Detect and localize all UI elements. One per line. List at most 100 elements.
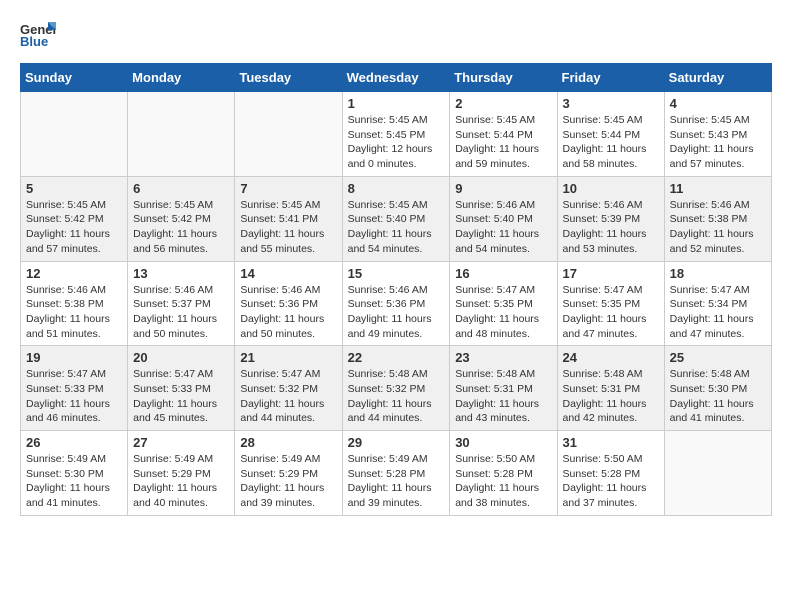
page-header: General Blue — [20, 20, 772, 53]
calendar-cell — [128, 92, 235, 177]
svg-text:Blue: Blue — [20, 34, 48, 48]
day-number: 11 — [670, 181, 766, 196]
calendar-cell — [664, 431, 771, 516]
day-number: 24 — [563, 350, 659, 365]
logo-icon: General Blue — [20, 20, 56, 53]
day-info: Sunrise: 5:46 AM Sunset: 5:36 PM Dayligh… — [240, 283, 336, 342]
calendar-cell: 27 Sunrise: 5:49 AM Sunset: 5:29 PM Dayli… — [128, 431, 235, 516]
calendar-cell: 4 Sunrise: 5:45 AM Sunset: 5:43 PM Daylig… — [664, 92, 771, 177]
day-info: Sunrise: 5:50 AM Sunset: 5:28 PM Dayligh… — [563, 452, 659, 511]
calendar-week-row: 12Sunrise: 5:46 AM Sunset: 5:38 PM Dayli… — [21, 261, 772, 346]
calendar-cell: 24 Sunrise: 5:48 AM Sunset: 5:31 PM Dayli… — [557, 346, 664, 431]
calendar-cell: 5 Sunrise: 5:45 AM Sunset: 5:42 PM Daylig… — [21, 176, 128, 261]
calendar-week-row: 5 Sunrise: 5:45 AM Sunset: 5:42 PM Daylig… — [21, 176, 772, 261]
day-info: Sunrise: 5:47 AM Sunset: 5:32 PM Dayligh… — [240, 367, 336, 426]
day-number: 28 — [240, 435, 336, 450]
day-number: 10 — [563, 181, 659, 196]
day-info: Sunrise: 5:47 AM Sunset: 5:35 PM Dayligh… — [563, 283, 659, 342]
calendar-cell: 9 Sunrise: 5:46 AM Sunset: 5:40 PM Daylig… — [450, 176, 557, 261]
calendar-cell: 2Sunrise: 5:45 AM Sunset: 5:44 PM Daylig… — [450, 92, 557, 177]
day-info: Sunrise: 5:47 AM Sunset: 5:35 PM Dayligh… — [455, 283, 551, 342]
calendar-cell: 13 Sunrise: 5:46 AM Sunset: 5:37 PM Dayli… — [128, 261, 235, 346]
day-number: 31 — [563, 435, 659, 450]
calendar-cell: 26 Sunrise: 5:49 AM Sunset: 5:30 PM Dayli… — [21, 431, 128, 516]
calendar-header-tuesday: Tuesday — [235, 64, 342, 92]
day-info: Sunrise: 5:48 AM Sunset: 5:31 PM Dayligh… — [563, 367, 659, 426]
day-number: 14 — [240, 266, 336, 281]
day-number: 3 — [563, 96, 659, 111]
day-number: 20 — [133, 350, 229, 365]
calendar-cell: 17 Sunrise: 5:47 AM Sunset: 5:35 PM Dayli… — [557, 261, 664, 346]
day-number: 8 — [348, 181, 445, 196]
calendar-table: SundayMondayTuesdayWednesdayThursdayFrid… — [20, 63, 772, 516]
day-number: 23 — [455, 350, 551, 365]
calendar-cell: 28 Sunrise: 5:49 AM Sunset: 5:29 PM Dayli… — [235, 431, 342, 516]
day-info: Sunrise: 5:46 AM Sunset: 5:36 PM Dayligh… — [348, 283, 445, 342]
calendar-cell: 11 Sunrise: 5:46 AM Sunset: 5:38 PM Dayli… — [664, 176, 771, 261]
calendar-cell: 18 Sunrise: 5:47 AM Sunset: 5:34 PM Dayli… — [664, 261, 771, 346]
logo: General Blue — [20, 20, 56, 53]
calendar-cell: 20 Sunrise: 5:47 AM Sunset: 5:33 PM Dayli… — [128, 346, 235, 431]
day-info: Sunrise: 5:49 AM Sunset: 5:30 PM Dayligh… — [26, 452, 122, 511]
calendar-cell: 15 Sunrise: 5:46 AM Sunset: 5:36 PM Dayli… — [342, 261, 450, 346]
day-info: Sunrise: 5:46 AM Sunset: 5:38 PM Dayligh… — [670, 198, 766, 257]
calendar-cell: 16 Sunrise: 5:47 AM Sunset: 5:35 PM Dayli… — [450, 261, 557, 346]
day-info: Sunrise: 5:45 AM Sunset: 5:45 PM Dayligh… — [348, 113, 445, 172]
calendar-cell: 31 Sunrise: 5:50 AM Sunset: 5:28 PM Dayli… — [557, 431, 664, 516]
day-info: Sunrise: 5:46 AM Sunset: 5:40 PM Dayligh… — [455, 198, 551, 257]
day-number: 4 — [670, 96, 766, 111]
calendar-cell: 19 Sunrise: 5:47 AM Sunset: 5:33 PM Dayli… — [21, 346, 128, 431]
day-info: Sunrise: 5:46 AM Sunset: 5:37 PM Dayligh… — [133, 283, 229, 342]
calendar-cell: 29 Sunrise: 5:49 AM Sunset: 5:28 PM Dayli… — [342, 431, 450, 516]
calendar-header-row: SundayMondayTuesdayWednesdayThursdayFrid… — [21, 64, 772, 92]
calendar-cell: 25 Sunrise: 5:48 AM Sunset: 5:30 PM Dayli… — [664, 346, 771, 431]
calendar-header-monday: Monday — [128, 64, 235, 92]
day-info: Sunrise: 5:45 AM Sunset: 5:43 PM Dayligh… — [670, 113, 766, 172]
day-number: 21 — [240, 350, 336, 365]
calendar-cell: 30 Sunrise: 5:50 AM Sunset: 5:28 PM Dayli… — [450, 431, 557, 516]
day-info: Sunrise: 5:47 AM Sunset: 5:33 PM Dayligh… — [26, 367, 122, 426]
day-info: Sunrise: 5:46 AM Sunset: 5:39 PM Dayligh… — [563, 198, 659, 257]
day-number: 7 — [240, 181, 336, 196]
day-info: Sunrise: 5:45 AM Sunset: 5:41 PM Dayligh… — [240, 198, 336, 257]
calendar-cell: 23Sunrise: 5:48 AM Sunset: 5:31 PM Dayli… — [450, 346, 557, 431]
day-info: Sunrise: 5:49 AM Sunset: 5:28 PM Dayligh… — [348, 452, 445, 511]
day-number: 29 — [348, 435, 445, 450]
day-number: 30 — [455, 435, 551, 450]
day-number: 18 — [670, 266, 766, 281]
day-number: 27 — [133, 435, 229, 450]
calendar-cell: 3Sunrise: 5:45 AM Sunset: 5:44 PM Daylig… — [557, 92, 664, 177]
day-number: 19 — [26, 350, 122, 365]
calendar-cell: 7 Sunrise: 5:45 AM Sunset: 5:41 PM Daylig… — [235, 176, 342, 261]
day-info: Sunrise: 5:49 AM Sunset: 5:29 PM Dayligh… — [133, 452, 229, 511]
day-number: 25 — [670, 350, 766, 365]
calendar-cell — [235, 92, 342, 177]
day-info: Sunrise: 5:49 AM Sunset: 5:29 PM Dayligh… — [240, 452, 336, 511]
day-number: 6 — [133, 181, 229, 196]
day-number: 15 — [348, 266, 445, 281]
calendar-cell: 14 Sunrise: 5:46 AM Sunset: 5:36 PM Dayli… — [235, 261, 342, 346]
day-info: Sunrise: 5:48 AM Sunset: 5:30 PM Dayligh… — [670, 367, 766, 426]
day-info: Sunrise: 5:47 AM Sunset: 5:33 PM Dayligh… — [133, 367, 229, 426]
day-number: 26 — [26, 435, 122, 450]
calendar-header-saturday: Saturday — [664, 64, 771, 92]
day-info: Sunrise: 5:48 AM Sunset: 5:32 PM Dayligh… — [348, 367, 445, 426]
calendar-cell: 21 Sunrise: 5:47 AM Sunset: 5:32 PM Dayli… — [235, 346, 342, 431]
calendar-cell: 12Sunrise: 5:46 AM Sunset: 5:38 PM Dayli… — [21, 261, 128, 346]
day-number: 17 — [563, 266, 659, 281]
calendar-cell: 10 Sunrise: 5:46 AM Sunset: 5:39 PM Dayli… — [557, 176, 664, 261]
calendar-header-sunday: Sunday — [21, 64, 128, 92]
day-number: 12 — [26, 266, 122, 281]
calendar-cell: 22 Sunrise: 5:48 AM Sunset: 5:32 PM Dayli… — [342, 346, 450, 431]
day-number: 22 — [348, 350, 445, 365]
day-info: Sunrise: 5:47 AM Sunset: 5:34 PM Dayligh… — [670, 283, 766, 342]
day-info: Sunrise: 5:45 AM Sunset: 5:42 PM Dayligh… — [26, 198, 122, 257]
day-number: 5 — [26, 181, 122, 196]
day-info: Sunrise: 5:50 AM Sunset: 5:28 PM Dayligh… — [455, 452, 551, 511]
calendar-week-row: 26 Sunrise: 5:49 AM Sunset: 5:30 PM Dayli… — [21, 431, 772, 516]
calendar-header-wednesday: Wednesday — [342, 64, 450, 92]
day-number: 16 — [455, 266, 551, 281]
calendar-header-thursday: Thursday — [450, 64, 557, 92]
day-number: 13 — [133, 266, 229, 281]
day-number: 9 — [455, 181, 551, 196]
